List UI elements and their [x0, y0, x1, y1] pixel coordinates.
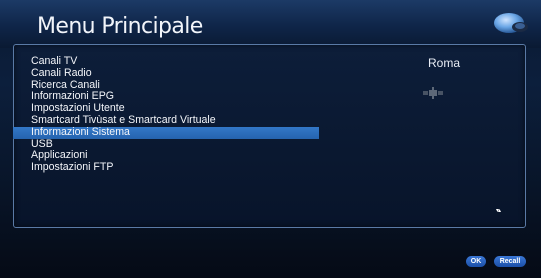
brand-logo-icon [494, 13, 528, 33]
satellite-icon [423, 87, 443, 99]
menu-item-impostazioni-ftp[interactable]: Impostazioni FTP [13, 161, 319, 174]
page-title: Menu Principale [37, 14, 203, 39]
menu-item-canali-radio[interactable]: Canali Radio [13, 67, 319, 80]
menu-item-smartcard[interactable]: Smartcard Tivùsat e Smartcard Virtuale [13, 114, 319, 127]
menu-item-informazioni-sistema[interactable]: Informazioni Sistema [13, 126, 319, 139]
menu-screen: Menu Principale Canali TV Canali Radio R… [0, 0, 541, 278]
recall-button[interactable]: Recall [494, 256, 526, 267]
scroll-indicator-icon[interactable]: ▾▴ [496, 207, 501, 214]
main-menu-list: Canali TV Canali Radio Ricerca Canali In… [13, 55, 319, 174]
ok-button[interactable]: OK [466, 256, 486, 267]
location-label: Roma [428, 56, 461, 70]
